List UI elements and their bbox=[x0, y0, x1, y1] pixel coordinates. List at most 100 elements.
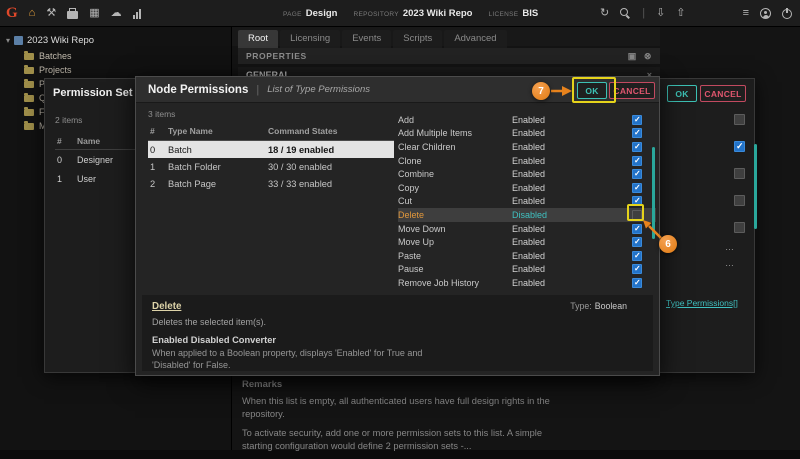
tabs: Root Licensing Events Scripts Advanced bbox=[238, 30, 507, 48]
grid-icon[interactable]: ▦ bbox=[89, 8, 99, 19]
power-icon[interactable] bbox=[782, 9, 792, 19]
ellipsis-button[interactable]: … bbox=[725, 242, 735, 252]
permission-state: Enabled bbox=[512, 115, 632, 125]
tab-events[interactable]: Events bbox=[342, 30, 391, 48]
property-checkbox[interactable] bbox=[734, 222, 745, 233]
page-label: PAGE bbox=[283, 11, 302, 18]
permission-row-combine[interactable]: Combine Enabled bbox=[398, 167, 656, 181]
briefcase-icon[interactable] bbox=[67, 11, 78, 19]
dialog-scrollbar[interactable] bbox=[754, 144, 757, 229]
tab-scripts[interactable]: Scripts bbox=[393, 30, 442, 48]
permission-row-clone[interactable]: Clone Enabled bbox=[398, 154, 656, 168]
column-command-states: Command States bbox=[268, 126, 394, 136]
folder-icon bbox=[24, 67, 34, 74]
converter-title: Enabled Disabled Converter bbox=[152, 335, 643, 345]
permission-checkbox[interactable] bbox=[632, 264, 642, 274]
modal-title: Node Permissions bbox=[148, 84, 248, 96]
permission-checkbox[interactable] bbox=[632, 196, 642, 206]
tree-root-node[interactable]: ▾ 2023 Wiki Repo bbox=[0, 27, 231, 49]
export-icon[interactable]: ⇧ bbox=[676, 8, 685, 19]
permission-checkbox[interactable] bbox=[632, 115, 642, 125]
tab-licensing[interactable]: Licensing bbox=[280, 30, 340, 48]
tools-icon[interactable]: ⚒ bbox=[46, 8, 56, 19]
ellipsis-button[interactable]: … bbox=[725, 258, 735, 268]
permission-row-clear-children[interactable]: Clear Children Enabled bbox=[398, 140, 656, 154]
dialog-cancel-button[interactable]: CANCEL bbox=[700, 85, 746, 102]
tree-root-label: 2023 Wiki Repo bbox=[27, 35, 94, 46]
chart-icon[interactable] bbox=[133, 9, 141, 19]
permission-name: Paste bbox=[398, 251, 512, 261]
permission-name: Add Multiple Items bbox=[398, 128, 512, 138]
type-row-batch-page[interactable]: 2 Batch Page 33 / 33 enabled bbox=[148, 175, 394, 192]
search-icon[interactable] bbox=[620, 8, 631, 19]
detail-property-title: Delete bbox=[152, 301, 181, 312]
permission-checkbox[interactable] bbox=[632, 278, 642, 288]
modal-ok-button[interactable]: OK bbox=[577, 82, 607, 99]
close-circle-icon[interactable]: ⊗ bbox=[644, 51, 652, 62]
permission-state: Enabled bbox=[512, 264, 632, 274]
property-checkbox[interactable] bbox=[734, 114, 745, 125]
permission-checkbox[interactable] bbox=[632, 237, 642, 247]
layers-icon[interactable]: ≡ bbox=[743, 8, 749, 19]
converter-description: When applied to a Boolean property, disp… bbox=[152, 348, 457, 371]
permission-row-paste[interactable]: Paste Enabled bbox=[398, 249, 656, 263]
property-detail-panel: Delete Type:Boolean Deletes the selected… bbox=[142, 295, 653, 371]
permission-row-pause[interactable]: Pause Enabled bbox=[398, 263, 656, 277]
sidebar-item-batches[interactable]: Batches bbox=[0, 49, 231, 63]
permission-state: Enabled bbox=[512, 169, 632, 179]
user-icon[interactable] bbox=[760, 8, 771, 19]
permission-row-add-multiple-items[interactable]: Add Multiple Items Enabled bbox=[398, 127, 656, 141]
permission-checkbox[interactable] bbox=[632, 169, 642, 179]
import-icon[interactable]: ⇩ bbox=[656, 8, 665, 19]
dialog-ok-button[interactable]: OK bbox=[667, 85, 697, 102]
permission-row-remove-job-history[interactable]: Remove Job History Enabled bbox=[398, 276, 656, 290]
permission-checkbox[interactable] bbox=[632, 224, 642, 234]
permission-row-add[interactable]: Add Enabled bbox=[398, 113, 656, 127]
type-row-batch-folder[interactable]: 1 Batch Folder 30 / 30 enabled bbox=[148, 158, 394, 175]
property-checkbox[interactable] bbox=[734, 168, 745, 179]
modal-cancel-button[interactable]: CANCEL bbox=[609, 82, 655, 99]
tab-advanced[interactable]: Advanced bbox=[444, 30, 506, 48]
type-states: 33 / 33 enabled bbox=[268, 179, 394, 189]
cloud-icon[interactable]: ☁ bbox=[111, 8, 122, 19]
permission-checkbox[interactable] bbox=[632, 251, 642, 261]
type-list-header: # Type Name Command States bbox=[148, 126, 394, 141]
permission-row-copy[interactable]: Copy Enabled bbox=[398, 181, 656, 195]
topbar-context: PAGE Design REPOSITORY 2023 Wiki Repo LI… bbox=[283, 0, 554, 27]
refresh-icon[interactable]: ↻ bbox=[600, 8, 609, 19]
permission-state: Enabled bbox=[512, 196, 632, 206]
row-name: Designer bbox=[77, 155, 113, 165]
permission-row-move-up[interactable]: Move Up Enabled bbox=[398, 235, 656, 249]
permission-checkbox[interactable] bbox=[632, 183, 642, 193]
expander-icon[interactable]: ▾ bbox=[6, 36, 10, 45]
top-bar: G ⌂ ⚒ ▦ ☁ PAGE Design REPOSITORY 2023 Wi… bbox=[0, 0, 800, 27]
folder-icon bbox=[24, 95, 34, 102]
permission-state: Enabled bbox=[512, 224, 632, 234]
permission-name: Pause bbox=[398, 264, 512, 274]
row-index: 1 bbox=[55, 174, 77, 184]
sidebar-item-projects[interactable]: Projects bbox=[0, 63, 231, 77]
permission-row-delete[interactable]: Delete Disabled bbox=[398, 208, 656, 222]
type-row-batch[interactable]: 0 Batch 18 / 19 enabled bbox=[148, 141, 394, 158]
permissions-scrollbar[interactable] bbox=[652, 147, 655, 239]
permission-state: Enabled bbox=[512, 156, 632, 166]
permission-checkbox[interactable] bbox=[632, 142, 642, 152]
permission-checkbox[interactable] bbox=[632, 156, 642, 166]
topbar-user-icons: ≡ bbox=[743, 0, 792, 27]
permission-checkbox[interactable] bbox=[632, 128, 642, 138]
row-index: 0 bbox=[55, 155, 77, 165]
permission-row-cut[interactable]: Cut Enabled bbox=[398, 195, 656, 209]
repository-value: 2023 Wiki Repo bbox=[403, 8, 473, 19]
permission-row-move-down[interactable]: Move Down Enabled bbox=[398, 222, 656, 236]
save-icon[interactable]: ▣ bbox=[628, 51, 637, 62]
home-icon[interactable]: ⌂ bbox=[29, 8, 36, 19]
type-permissions-link[interactable]: Type Permissions[] bbox=[666, 298, 738, 308]
property-checkbox[interactable] bbox=[734, 195, 745, 206]
property-checkbox[interactable] bbox=[734, 141, 745, 152]
app-logo: G bbox=[6, 5, 18, 22]
column-index: # bbox=[55, 136, 77, 146]
delete-permission-checkbox[interactable] bbox=[632, 210, 642, 220]
tab-root[interactable]: Root bbox=[238, 30, 278, 48]
type-states: 30 / 30 enabled bbox=[268, 162, 394, 172]
folder-icon bbox=[24, 123, 34, 130]
